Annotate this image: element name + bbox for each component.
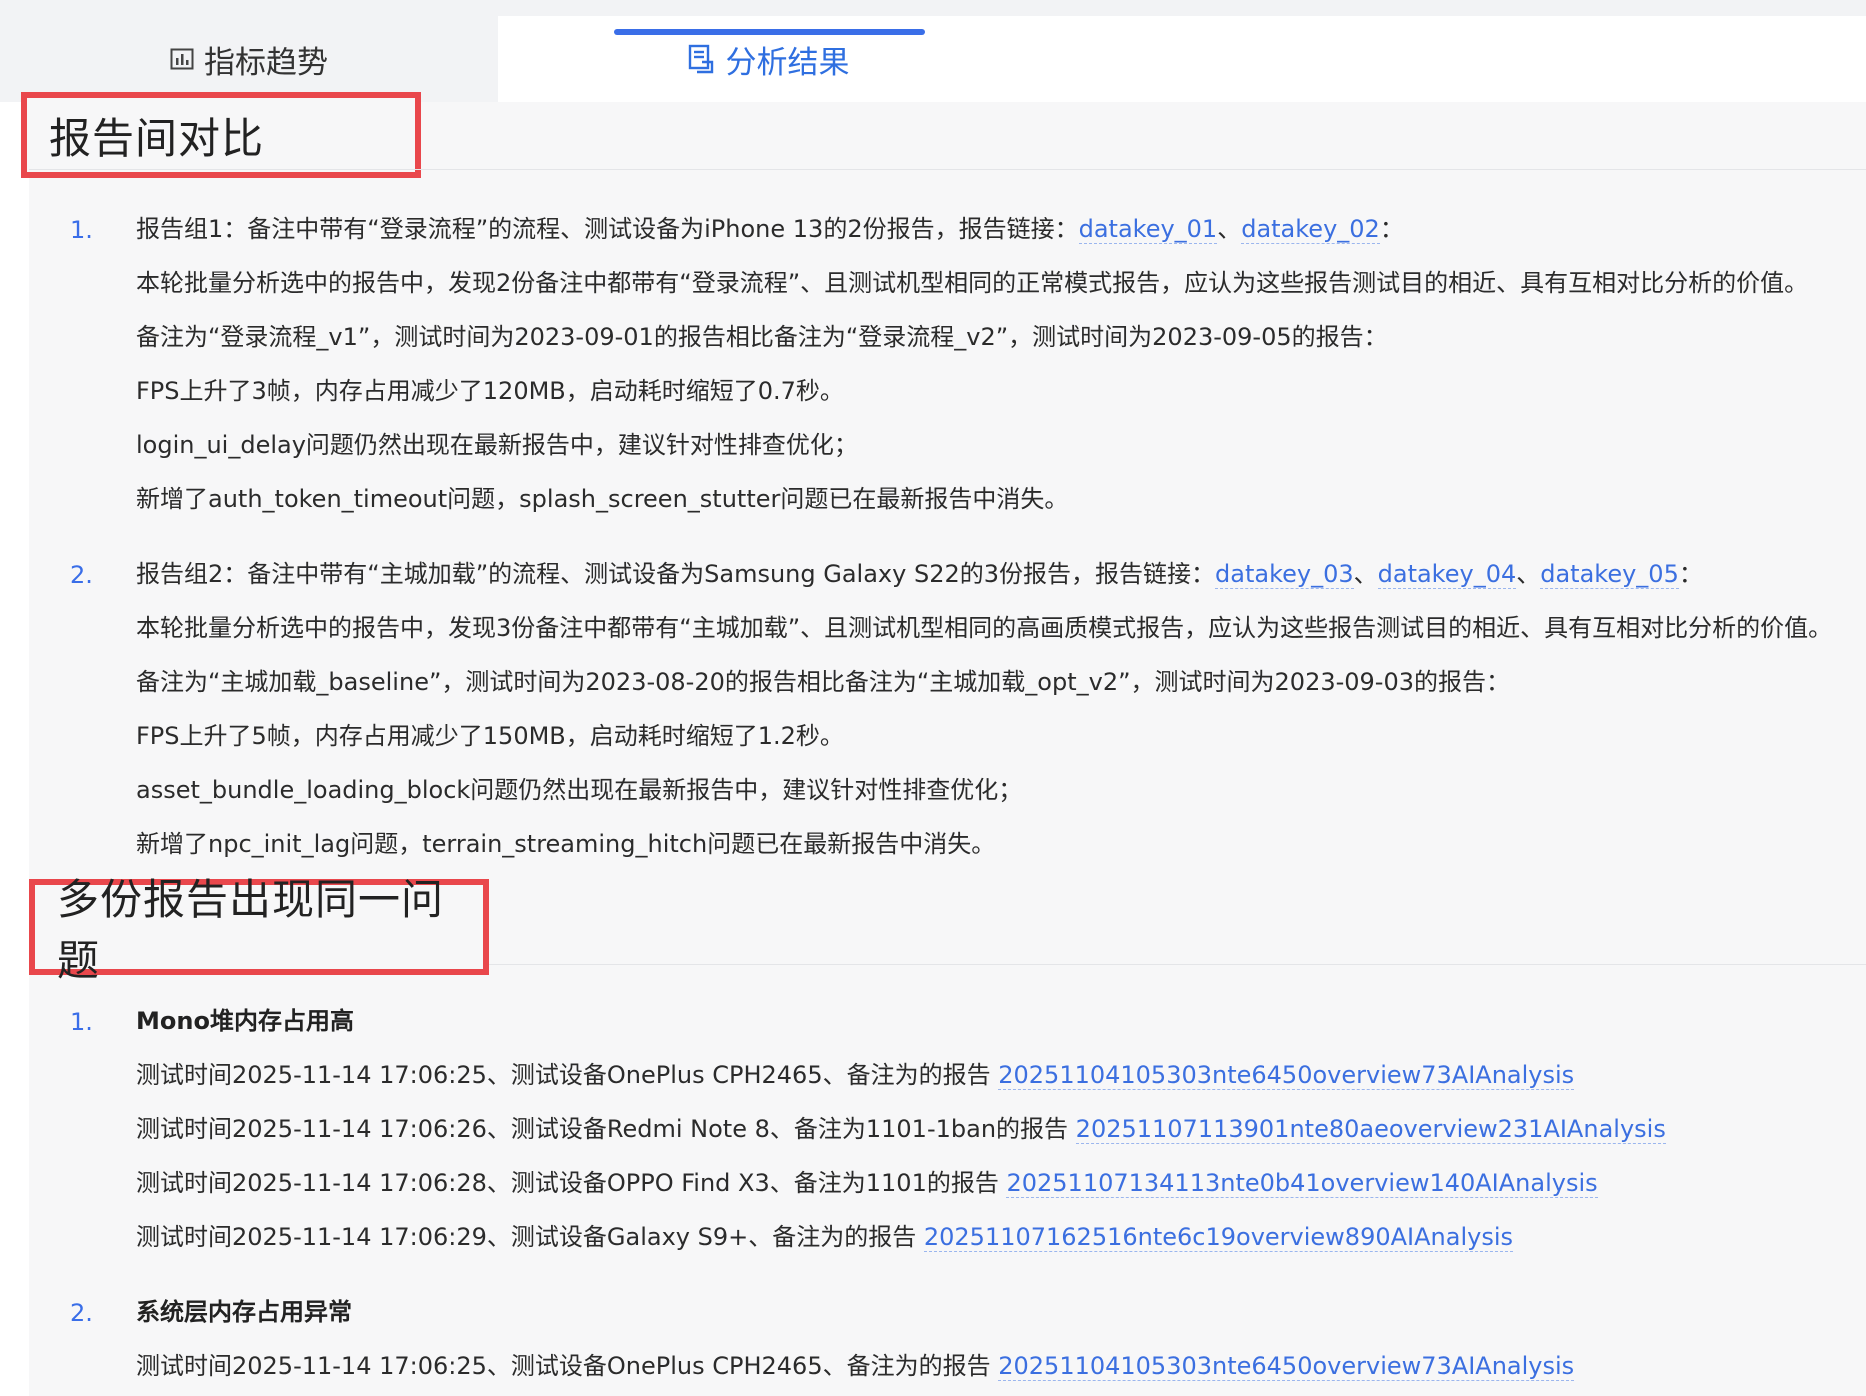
top-strip xyxy=(0,0,1866,16)
report-link[interactable]: 20251104105303nte6450overview73AIAnalysi… xyxy=(998,1352,1575,1381)
section-title: 报告间对比 xyxy=(49,113,265,163)
section-heading-same-issue: 多份报告出现同一问题 xyxy=(29,875,489,985)
active-tab-indicator xyxy=(614,29,925,35)
tab-bar: 指标趋势 分析结果 xyxy=(0,16,1866,102)
group-line: 备注为“登录流程_v1”，测试时间为2023-09-01的报告相比备注为“登录流… xyxy=(136,323,1388,351)
group-line: 新增了auth_token_timeout问题，splash_screen_st… xyxy=(136,485,1069,513)
report-link[interactable]: datakey_03 xyxy=(1215,560,1354,589)
group-head-text: 报告组1：备注中带有“登录流程”的流程、测试设备为iPhone 13的2份报告，… xyxy=(136,215,1079,243)
report-link[interactable]: datakey_05 xyxy=(1540,560,1679,589)
separator: 、 xyxy=(1217,215,1242,243)
bar-chart-icon xyxy=(170,48,194,70)
separator: 、 xyxy=(1516,560,1541,588)
group-line: 新增了npc_init_lag问题，terrain_streaming_hitc… xyxy=(136,830,996,858)
report-link[interactable]: 20251107113901nte80aeoverview231AIAnalys… xyxy=(1075,1115,1666,1144)
issue-row: 测试时间2025-11-14 17:06:26、测试设备Redmi Note 8… xyxy=(136,1114,1666,1144)
report-link[interactable]: 20251104105303nte6450overview73AIAnalysi… xyxy=(998,1061,1575,1090)
group-line: FPS上升了3帧，内存占用减少了120MB，启动耗时缩短了0.7秒。 xyxy=(136,377,844,405)
list-number: 2. xyxy=(70,1299,93,1327)
report-link[interactable]: datakey_01 xyxy=(1078,215,1218,244)
colon: ： xyxy=(1678,560,1703,588)
issue-title: Mono堆内存占用高 xyxy=(136,1007,354,1035)
group-line: 本轮批量分析选中的报告中，发现3份备注中都带有“主城加载”、且测试机型相同的高画… xyxy=(136,614,1833,642)
list-number: 1. xyxy=(70,216,93,244)
group-line: asset_bundle_loading_block问题仍然出现在最新报告中，建… xyxy=(136,776,1023,804)
report-link[interactable]: datakey_02 xyxy=(1241,215,1380,244)
group-line: 备注为“主城加载_baseline”，测试时间为2023-08-20的报告相比备… xyxy=(136,668,1511,696)
analysis-content: 报告间对比 1. 报告组1：备注中带有“登录流程”的流程、测试设备为iPhone… xyxy=(21,92,1866,1396)
section-title: 多份报告出现同一问题 xyxy=(57,875,445,985)
report-link[interactable]: 20251107134113nte0b41overview140AIAnalys… xyxy=(1006,1169,1598,1198)
group-head-text: 报告组2：备注中带有“主城加载”的流程、测试设备为Samsung Galaxy … xyxy=(136,560,1216,588)
issue-row-text: 测试时间2025-11-14 17:06:25、测试设备OnePlus CPH2… xyxy=(136,1352,999,1380)
colon: ： xyxy=(1379,215,1404,243)
issue-row: 测试时间2025-11-14 17:06:29、测试设备Galaxy S9+、备… xyxy=(136,1222,1513,1252)
separator: 、 xyxy=(1353,560,1378,588)
list-number: 2. xyxy=(70,561,93,589)
issue-row-text: 测试时间2025-11-14 17:06:28、测试设备OPPO Find X3… xyxy=(136,1169,1007,1197)
issue-row: 测试时间2025-11-14 17:06:28、测试设备OPPO Find X3… xyxy=(136,1168,1598,1198)
report-icon xyxy=(688,44,713,74)
section-heading-compare: 报告间对比 xyxy=(21,92,421,178)
group-head: 报告组2：备注中带有“主城加载”的流程、测试设备为Samsung Galaxy … xyxy=(136,559,1703,589)
issue-row: 测试时间2025-11-14 17:06:25、测试设备OnePlus CPH2… xyxy=(136,1351,1575,1381)
issue-row: 测试时间2025-11-14 17:06:25、测试设备OnePlus CPH2… xyxy=(136,1060,1575,1090)
section-divider xyxy=(29,169,1866,170)
group-line: 本轮批量分析选中的报告中，发现2份备注中都带有“登录流程”、且测试机型相同的正常… xyxy=(136,269,1809,297)
tab-trend-label: 指标趋势 xyxy=(204,44,328,81)
issue-row-text: 测试时间2025-11-14 17:06:25、测试设备OnePlus CPH2… xyxy=(136,1061,999,1089)
group-line: FPS上升了5帧，内存占用减少了150MB，启动耗时缩短了1.2秒。 xyxy=(136,722,844,750)
group-head: 报告组1：备注中带有“登录流程”的流程、测试设备为iPhone 13的2份报告，… xyxy=(136,214,1404,244)
tab-analysis-label: 分析结果 xyxy=(725,44,850,81)
section-divider xyxy=(489,964,1866,965)
list-number: 1. xyxy=(70,1008,93,1036)
issue-title: 系统层内存占用异常 xyxy=(136,1298,352,1326)
report-link[interactable]: 20251107162516nte6c19overview890AIAnalys… xyxy=(923,1223,1513,1252)
issue-row-text: 测试时间2025-11-14 17:06:29、测试设备Galaxy S9+、备… xyxy=(136,1223,924,1251)
tab-indicator-trend[interactable]: 指标趋势 xyxy=(0,16,498,102)
issue-row-text: 测试时间2025-11-14 17:06:26、测试设备Redmi Note 8… xyxy=(136,1115,1076,1143)
report-link[interactable]: datakey_04 xyxy=(1377,560,1517,589)
group-line: login_ui_delay问题仍然出现在最新报告中，建议针对性排查优化； xyxy=(136,431,858,459)
